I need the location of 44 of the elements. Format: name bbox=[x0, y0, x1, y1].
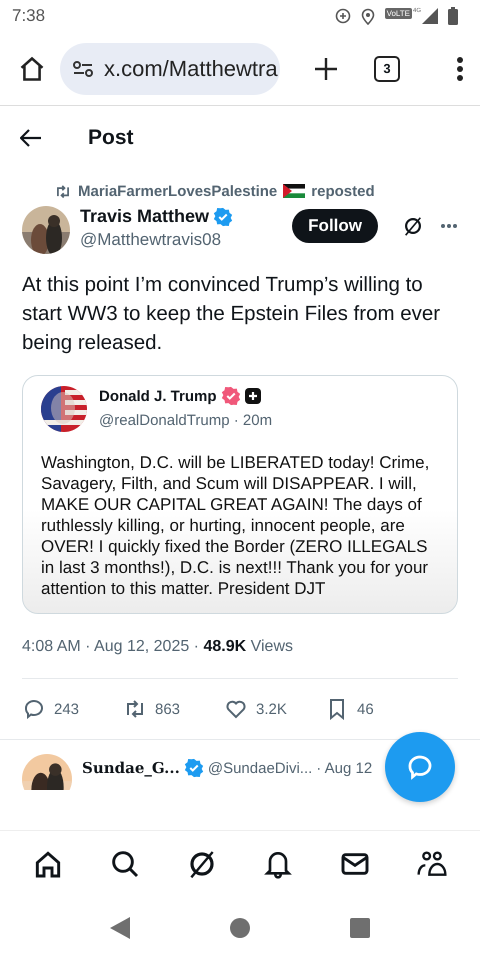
quoted-author-name: Donald J. Trump bbox=[99, 388, 217, 404]
compose-button[interactable] bbox=[385, 732, 455, 802]
repost-user-link[interactable]: MariaFarmerLovesPalestine bbox=[78, 182, 278, 200]
new-tab-button[interactable] bbox=[314, 56, 338, 80]
plus-badge-icon bbox=[244, 388, 261, 404]
author-handle[interactable]: @Matthewtravis08 bbox=[80, 230, 282, 250]
flag-icon bbox=[283, 184, 306, 198]
repost-button[interactable]: 863 bbox=[123, 697, 224, 721]
plus-icon bbox=[314, 56, 338, 80]
site-settings-icon bbox=[72, 60, 94, 78]
reply-author-name[interactable]: Sundae_G... bbox=[82, 759, 180, 777]
reply-author-handle[interactable]: @SundaeDivi... bbox=[208, 760, 312, 776]
bookmark-button[interactable]: 46 bbox=[325, 697, 426, 721]
battery-icon bbox=[448, 7, 458, 25]
quoted-author-handle: @realDonaldTrump · 20m bbox=[99, 412, 272, 429]
square-icon bbox=[350, 918, 370, 938]
signal-icon bbox=[422, 8, 438, 24]
follow-button[interactable]: Follow bbox=[292, 209, 378, 243]
location-icon bbox=[360, 8, 375, 24]
like-button[interactable]: 3.2K bbox=[224, 697, 325, 721]
more-vertical-icon bbox=[456, 56, 464, 82]
circle-icon bbox=[230, 918, 250, 938]
post-text: At this point I’m convinced Trump’s willing to start WW3 to keep the Epstein Files from ever being released. bbox=[22, 272, 442, 356]
quoted-post-card[interactable] bbox=[22, 375, 458, 614]
network-label: VoLTE bbox=[384, 8, 412, 19]
back-triangle-icon bbox=[110, 917, 130, 939]
address-bar[interactable]: x.com/Matthewtra bbox=[60, 42, 280, 94]
back-button[interactable] bbox=[20, 129, 42, 147]
quoted-post-text: Washington, D.C. will be LIBERATED today! Crime, Savagery, Filth, and Scum will DISAPPEAR. I will, MAKE OUR CAPITAL GREAT AGAIN! The days of ruthlessly killing, or hurting, innocent people, are OVER! I quickly fixed the Border (ZERO ILLEGALS in last 3 months!), D.C. is next!!! Thank you for your attention to this matter. President DJT bbox=[41, 452, 430, 599]
more-icon[interactable] bbox=[440, 223, 458, 229]
reply-time: · Aug 12 bbox=[316, 760, 372, 776]
clock-time: 7:38 bbox=[12, 6, 46, 26]
repost-label: reposted bbox=[311, 182, 375, 200]
home-icon bbox=[18, 54, 46, 82]
page-title: Post bbox=[88, 126, 134, 150]
home-button[interactable] bbox=[18, 54, 46, 82]
menu-button[interactable] bbox=[456, 56, 464, 82]
tab-switcher-button[interactable]: 3 bbox=[374, 56, 400, 82]
repost-icon bbox=[54, 183, 72, 199]
reply-icon bbox=[22, 697, 46, 721]
post-meta: 4:08 AM · Aug 12, 2025 · 48.9K Views bbox=[22, 638, 294, 656]
author-name[interactable]: Travis Matthew bbox=[80, 206, 210, 227]
back-arrow-icon bbox=[20, 129, 42, 147]
reply-button[interactable]: 243 bbox=[22, 697, 123, 721]
